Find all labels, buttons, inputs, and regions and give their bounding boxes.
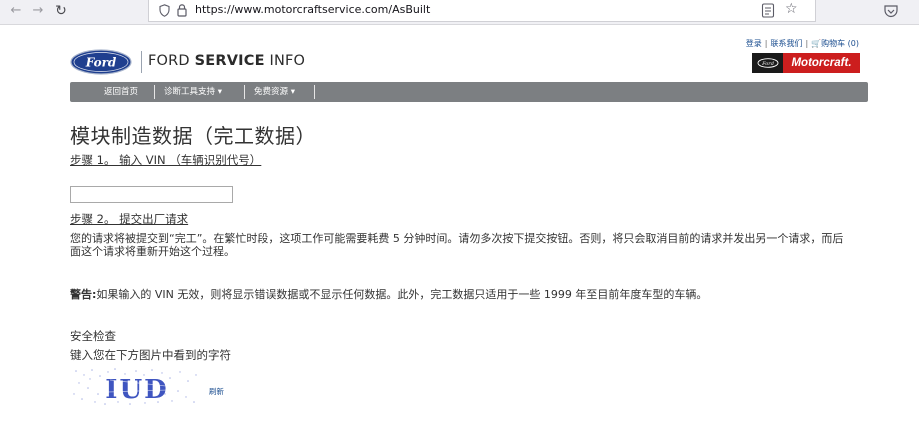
nav-diagnostic-tools[interactable]: 诊断工具支持 ▾ <box>164 82 222 102</box>
vin-input[interactable] <box>70 186 233 203</box>
contact-link[interactable]: 联系我们 <box>770 39 802 48</box>
request-info-text: 您的请求将被提交到“完工”。在繁忙时段，这项工作可能需要耗费 5 分钟时间。请勿… <box>70 232 844 258</box>
bookmark-star-icon[interactable]: ☆ <box>785 1 798 17</box>
nav-free-resources[interactable]: 免费资源 ▾ <box>254 82 295 102</box>
nav-separator <box>314 85 315 99</box>
link-separator: | <box>805 39 809 48</box>
nav-separator <box>154 85 155 99</box>
login-link[interactable]: 登录 <box>746 39 762 48</box>
brand-divider <box>141 51 142 73</box>
warning-body: 如果输入的 VIN 无效，则将显示错误数据或不显示任何数据。此外，完工数据只适用… <box>96 288 708 301</box>
top-links: 登录 | 联系我们 | 🛒购物车 (0) <box>746 38 859 49</box>
motorcraft-wordmark: Motorcraft. <box>783 53 860 73</box>
address-bar[interactable]: https://www.motorcraftservice.com/AsBuil… <box>148 0 816 22</box>
nav-separator <box>244 85 245 99</box>
ford-service-info-title[interactable]: FORD SERVICE INFO <box>148 53 305 69</box>
url-text[interactable]: https://www.motorcraftservice.com/AsBuil… <box>195 3 430 16</box>
cart-link[interactable]: 购物车 (0) <box>821 39 859 48</box>
reader-view-icon[interactable] <box>761 3 775 18</box>
captcha-image: IUD <box>70 366 204 407</box>
security-check-prompt: 键入您在下方图片中看到的字符 <box>70 348 231 362</box>
shield-icon[interactable] <box>159 4 170 17</box>
ford-oval-icon: Ford <box>757 58 778 68</box>
svg-text:Ford: Ford <box>85 56 117 70</box>
mini-ford-logo: Ford <box>752 53 783 73</box>
pocket-icon[interactable] <box>883 3 899 19</box>
warning-label: 警告: <box>70 288 97 301</box>
security-check-title: 安全检查 <box>70 329 116 343</box>
brand-bold: SERVICE <box>194 53 265 69</box>
brand-tail: INFO <box>264 53 306 69</box>
page-title: 模块制造数据（完工数据） <box>70 124 316 148</box>
lock-icon[interactable] <box>177 3 187 17</box>
captcha-refresh-link[interactable]: 刷新 <box>209 386 224 397</box>
warning-text: 警告:如果输入的 VIN 无效，则将显示错误数据或不显示任何数据。此外，完工数据… <box>70 288 850 301</box>
step-2-heading: 步骤 2。 提交出厂请求 <box>70 212 189 226</box>
step-1-heading: 步骤 1。 输入 VIN （车辆识别代号） <box>70 153 262 167</box>
browser-toolbar: ← → ↻ https://www.motorcraftservice.com/… <box>0 0 919 25</box>
forward-icon[interactable]: → <box>30 2 46 20</box>
ford-logo[interactable]: Ford <box>70 49 132 75</box>
motorcraft-logo[interactable]: Ford Motorcraft. <box>752 53 860 73</box>
link-separator: | <box>764 39 768 48</box>
nav-home[interactable]: 返回首页 <box>104 82 138 102</box>
cart-icon[interactable]: 🛒 <box>811 39 821 48</box>
reload-icon[interactable]: ↻ <box>53 2 69 20</box>
brand-plain: FORD <box>148 53 195 69</box>
back-icon[interactable]: ← <box>8 2 24 20</box>
main-navbar: 返回首页 诊断工具支持 ▾ 免费资源 ▾ <box>70 82 868 102</box>
svg-text:Ford: Ford <box>761 61 774 67</box>
